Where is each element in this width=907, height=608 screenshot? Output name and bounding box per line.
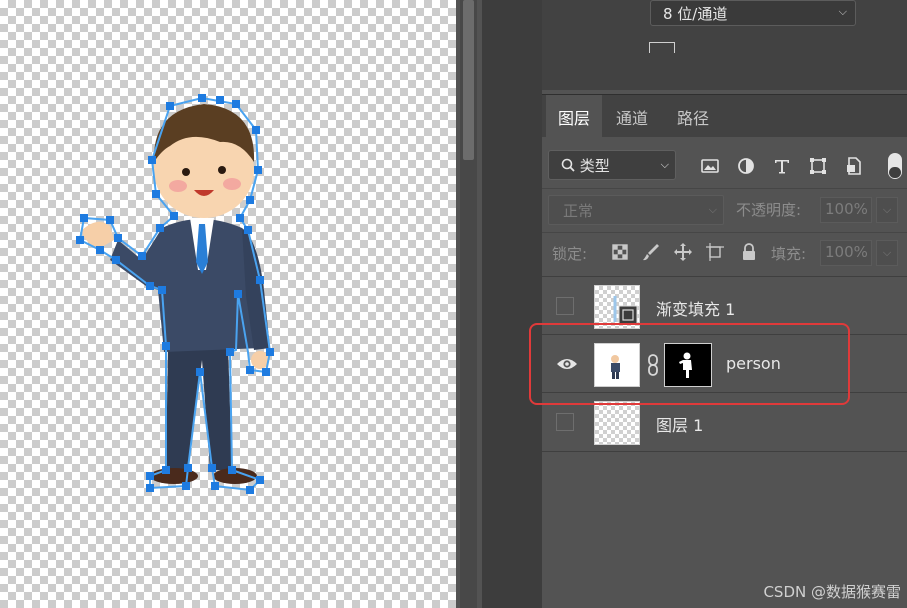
lock-transparent-icon[interactable] [610,242,630,262]
adjustment-filter-icon[interactable] [736,156,756,176]
visibility-toggle[interactable] [556,297,574,315]
divider [542,188,907,189]
layer-filter-row: 类型 ⌵ [542,144,907,186]
lock-row: 锁定: 填充: 100% ⌵ [542,236,907,270]
highlight-annotation-box [529,323,850,405]
opacity-label: 不透明度: [736,201,802,219]
person-cutout-with-path[interactable] [70,90,290,510]
chevron-down-icon: ⌵ [838,5,847,18]
blend-mode-select[interactable]: 正常 ⌵ [548,195,724,225]
blend-row: 正常 ⌵ 不透明度: 100% ⌵ [542,192,907,228]
watermark-text: CSDN @数据猴赛雷 [763,583,901,601]
panel-tabs: 图层 通道 路径 [542,94,907,137]
panel-gutter [482,0,542,608]
scrollbar-thumb[interactable] [463,0,474,160]
filter-kind-select[interactable]: 类型 ⌵ [548,150,676,180]
fill-label: 填充: [771,245,807,263]
document-canvas[interactable] [0,0,456,608]
filter-toggle-switch[interactable] [888,153,902,179]
layer-name[interactable]: 渐变填充 1 [656,296,735,320]
layer-thumbnail [594,401,640,445]
divider [542,232,907,233]
lock-paint-icon[interactable] [641,242,661,262]
scrollbar-track[interactable] [460,0,477,608]
fill-dropdown-button[interactable]: ⌵ [876,240,898,266]
type-filter-icon[interactable] [772,156,792,176]
lock-all-icon[interactable] [739,242,759,262]
lock-artboard-icon[interactable] [705,242,725,262]
bracket-icon [649,42,675,53]
properties-area: 8 位/通道 ⌵ [542,0,907,90]
search-icon [561,158,575,172]
opacity-dropdown-button[interactable]: ⌵ [876,197,898,223]
shape-filter-icon[interactable] [808,156,828,176]
tab-channels[interactable]: 通道 [604,95,660,137]
chevron-down-icon: ⌵ [708,203,717,216]
chevron-down-icon: ⌵ [660,158,669,171]
lock-position-icon[interactable] [673,242,693,262]
bit-depth-value: 8 位/通道 [663,5,728,23]
tab-layers[interactable]: 图层 [546,95,602,137]
smart-object-filter-icon[interactable] [844,156,864,176]
opacity-input[interactable]: 100% [820,197,872,223]
lock-label: 锁定: [552,245,588,263]
blend-mode-value: 正常 [563,202,594,220]
canvas-vertical-scrollbar[interactable] [456,0,482,608]
image-filter-icon[interactable] [700,156,720,176]
fill-input[interactable]: 100% [820,240,872,266]
filter-kind-label: 类型 [579,157,610,175]
bit-depth-select[interactable]: 8 位/通道 ⌵ [650,0,856,26]
layers-panel: 8 位/通道 ⌵ 图层 通道 路径 类型 ⌵ 正常 ⌵ 不透明度: 100% ⌵… [542,0,907,608]
visibility-toggle[interactable] [556,413,574,431]
layer-name[interactable]: 图层 1 [656,412,703,436]
tab-paths[interactable]: 路径 [662,95,724,137]
gradient-fill-icon [613,296,638,325]
